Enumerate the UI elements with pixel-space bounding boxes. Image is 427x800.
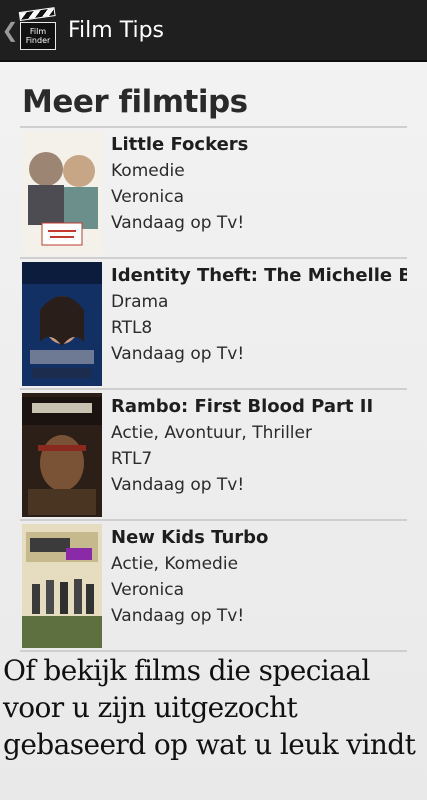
footer-line: voor u zijn uitgezocht	[3, 691, 298, 724]
app-icon-label-finder: Finder	[25, 36, 51, 45]
movie-channel: Veronica	[111, 187, 185, 207]
movie-airtime: Vandaag op Tv!	[111, 606, 245, 626]
app-title: Film Tips	[68, 17, 165, 43]
action-bar: ❮ Film Finder Film Tips	[0, 0, 427, 62]
movie-poster	[22, 262, 102, 386]
movie-genre: Komedie	[111, 161, 185, 181]
footer-line: Of bekijk films die speciaal	[3, 654, 370, 687]
section-title: Meer filmtips	[22, 84, 248, 120]
movie-title: New Kids Turbo	[111, 527, 269, 548]
movie-airtime: Vandaag op Tv!	[111, 213, 245, 233]
movie-airtime: Vandaag op Tv!	[111, 344, 245, 364]
back-chevron-icon[interactable]: ❮	[2, 0, 19, 61]
movie-poster	[22, 393, 102, 517]
movie-genre: Actie, Avontuur, Thriller	[111, 423, 312, 443]
movie-genre: Drama	[111, 292, 169, 312]
clapperboard-icon[interactable]: Film Finder	[18, 7, 56, 50]
app-icon-label-film: Film	[29, 27, 47, 36]
movie-poster	[22, 524, 102, 648]
recommendation-text: Of bekijk films die speciaal voor u zijn…	[3, 652, 427, 763]
movie-channel: RTL7	[111, 449, 153, 469]
movie-list-item[interactable]: Identity Theft: The Michelle Brown Story…	[20, 257, 407, 388]
movie-channel: RTL8	[111, 318, 153, 338]
movie-list: Little Fockers Komedie Veronica Vandaag …	[20, 126, 407, 650]
movie-airtime: Vandaag op Tv!	[111, 475, 245, 495]
movie-title: Rambo: First Blood Part II	[111, 396, 374, 417]
movie-list-item[interactable]: New Kids Turbo Actie, Komedie Veronica V…	[20, 519, 407, 650]
movie-title: Little Fockers	[111, 134, 249, 155]
movie-poster	[22, 131, 102, 255]
movie-list-item[interactable]: Rambo: First Blood Part II Actie, Avontu…	[20, 388, 407, 519]
movie-channel: Veronica	[111, 580, 185, 600]
footer-line: gebaseerd op wat u leuk vindt	[3, 728, 416, 761]
movie-genre: Actie, Komedie	[111, 554, 239, 574]
movie-title: Identity Theft: The Michelle Brown Story	[111, 265, 407, 286]
movie-list-item[interactable]: Little Fockers Komedie Veronica Vandaag …	[20, 126, 407, 257]
